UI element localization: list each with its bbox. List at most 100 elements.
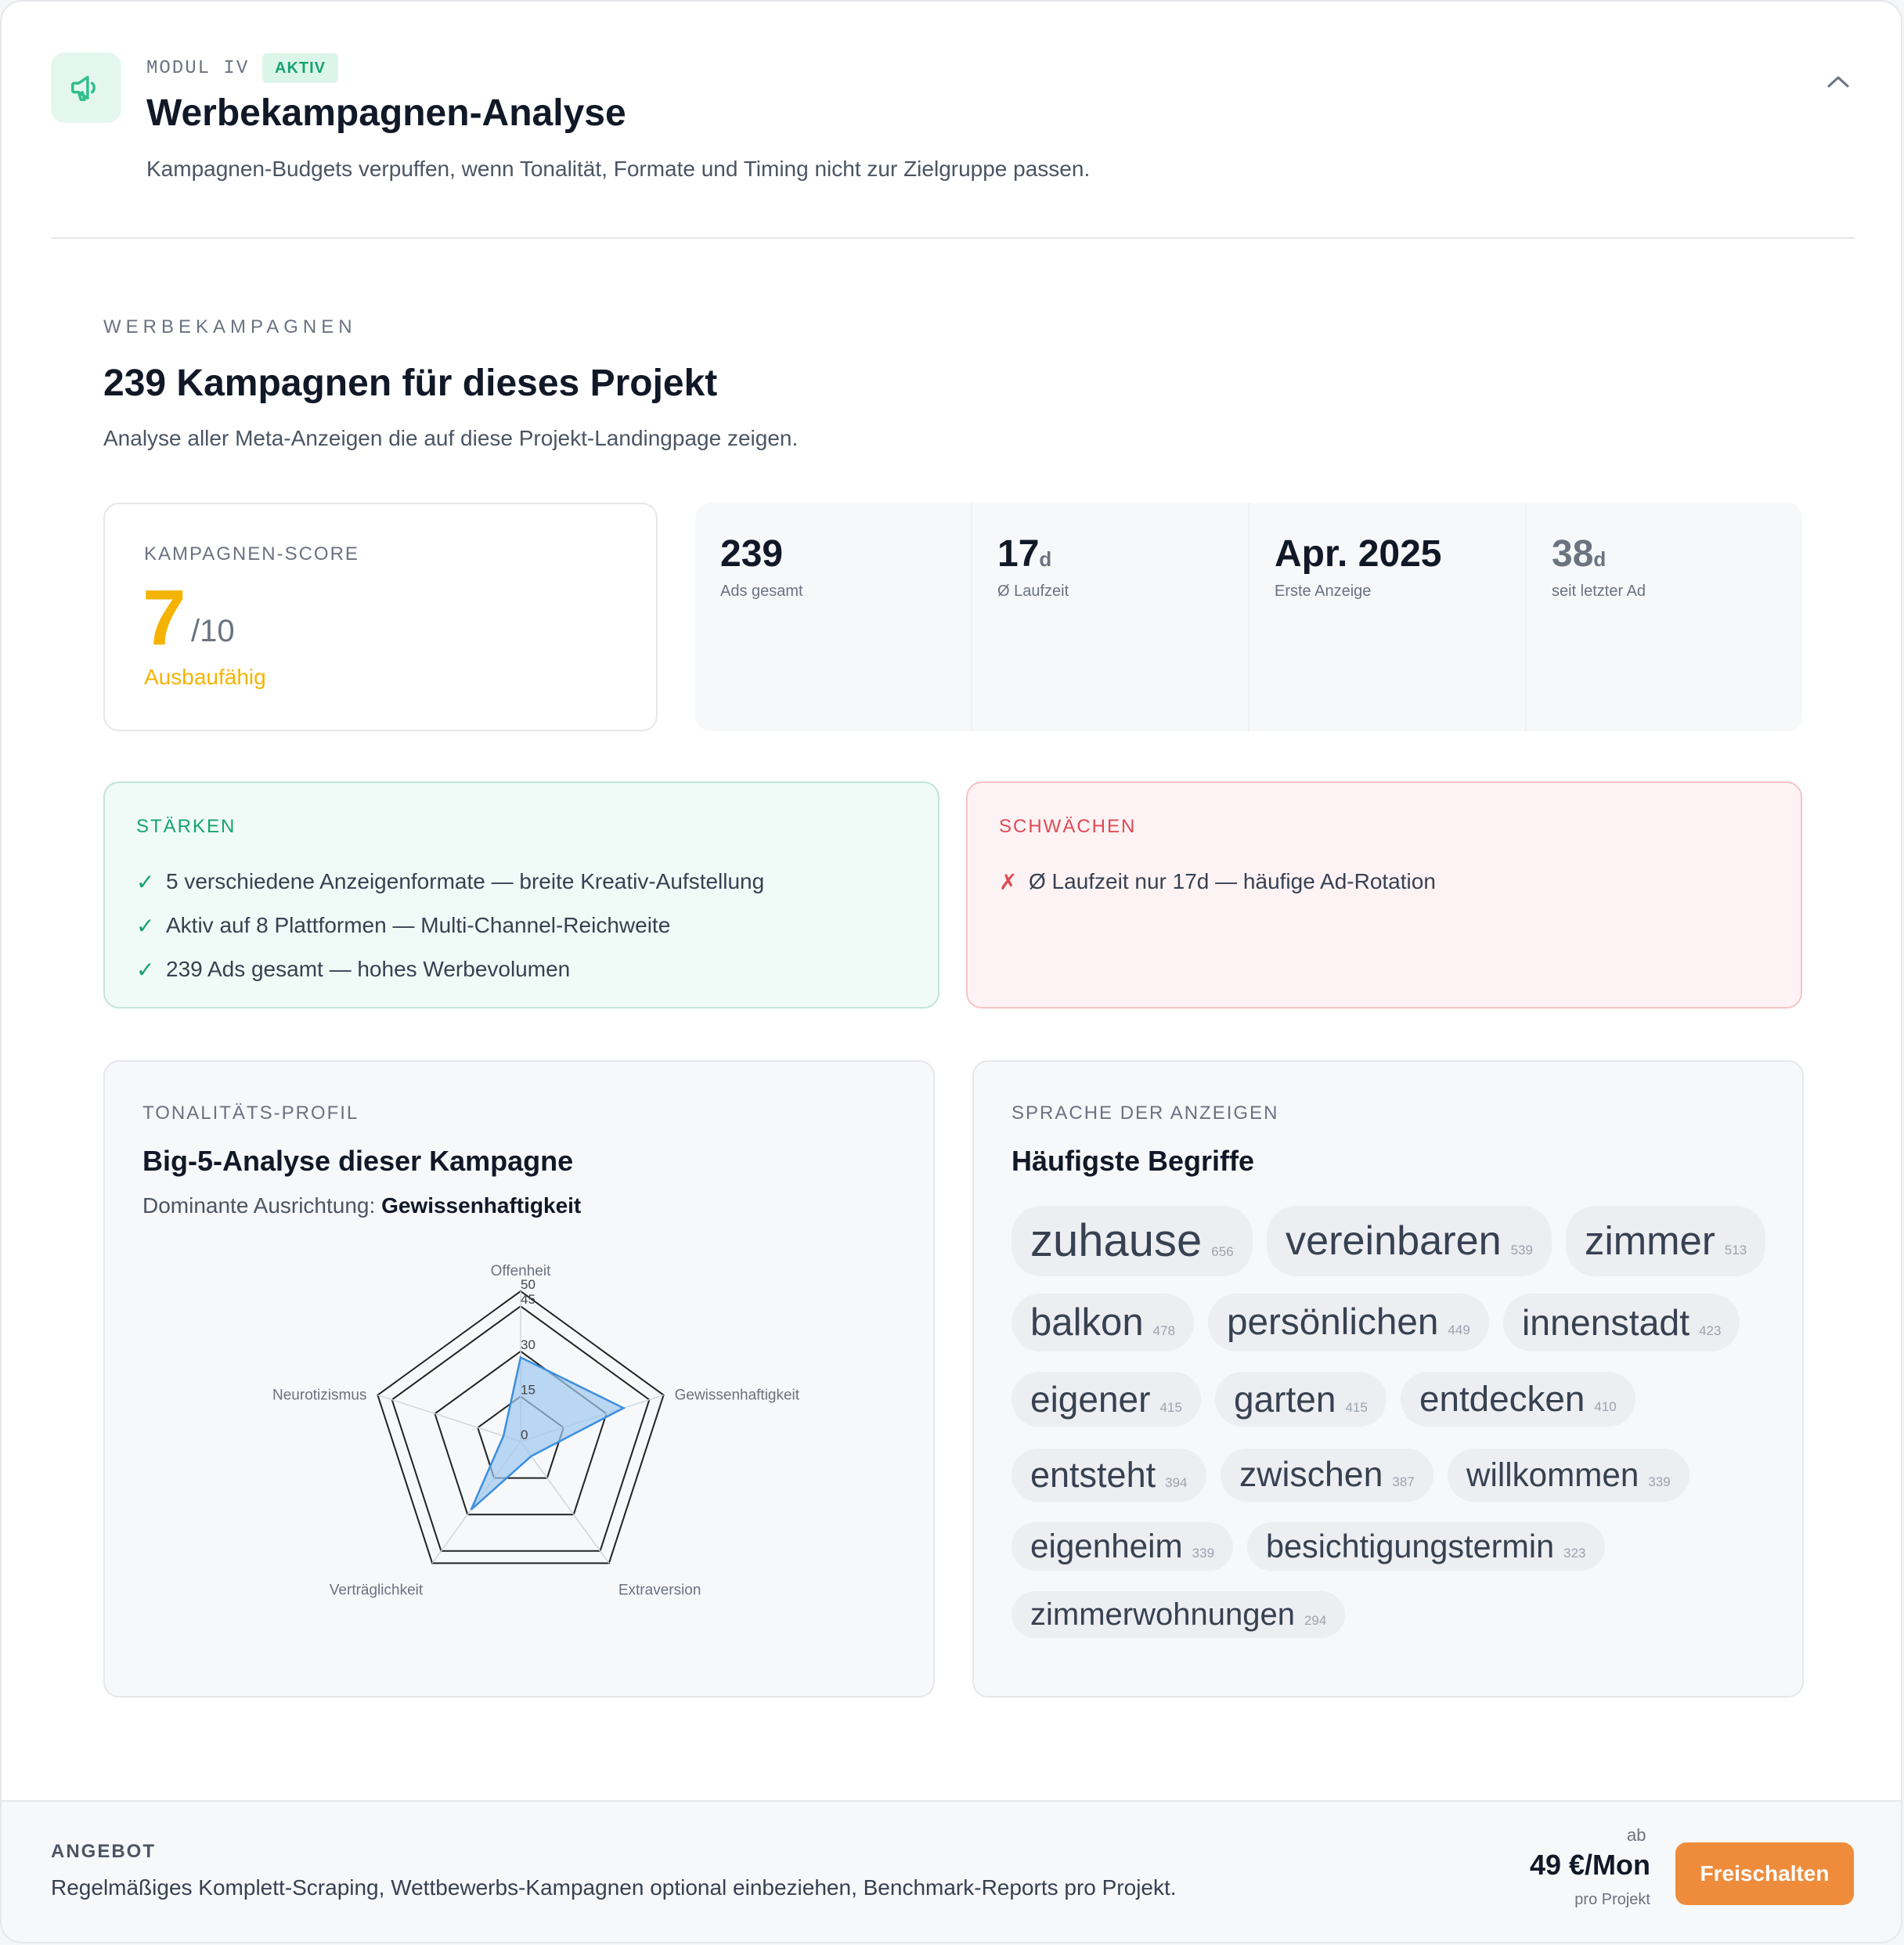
stat-first-ad: Apr. 2025 Erste Anzeige [1250, 503, 1527, 731]
section-eyebrow: WERBEKAMPAGNEN [103, 316, 357, 337]
word-term: eigenheim [1030, 1528, 1183, 1564]
words-title: Häufigste Begriffe [1012, 1145, 1255, 1177]
word-chip: besichtigungstermin 323 [1247, 1522, 1605, 1571]
stat-value: 239 [720, 533, 784, 575]
word-term: eigener [1030, 1379, 1151, 1420]
radar-axis-line [377, 1394, 521, 1442]
word-count: 294 [1304, 1613, 1327, 1628]
word-term: zimmer [1585, 1218, 1715, 1263]
radar-tick-label: 15 [521, 1382, 536, 1397]
word-chip: entdecken 410 [1401, 1372, 1635, 1427]
word-term: innenstadt [1522, 1302, 1690, 1343]
section-title: 239 Kampagnen für dieses Projekt [103, 363, 718, 404]
check-icon: ✓ [136, 957, 155, 982]
radar-axis-line [520, 1441, 610, 1564]
stats-row: 239 Ads gesamt 17d Ø Laufzeit Apr. 2025 … [695, 503, 1802, 731]
stat-label: Ø Laufzeit [997, 583, 1069, 600]
word-count: 394 [1165, 1475, 1188, 1490]
word-term: vereinbaren [1286, 1218, 1502, 1264]
word-count: 339 [1192, 1546, 1215, 1561]
offer-label: ANGEBOT [51, 1841, 156, 1862]
radar-category-label: Neurotizismus [272, 1387, 366, 1404]
strength-item: ✓ 239 Ads gesamt — hohes Werbevolumen [136, 957, 571, 982]
weaknesses-label: SCHWÄCHEN [999, 816, 1137, 837]
strengths-card: STÄRKEN ✓ 5 verschiedene Anzeigenformate … [103, 781, 939, 1009]
word-chip: eigener 415 [1012, 1372, 1201, 1427]
score-rating: Ausbaufähig [144, 665, 266, 689]
word-count: 423 [1699, 1323, 1722, 1338]
stat-label: Ads gesamt [720, 583, 803, 600]
cross-icon: ✗ [999, 869, 1018, 894]
header-divider [51, 237, 1855, 239]
strength-item: ✓ Aktiv auf 8 Plattformen — Multi-Channel… [136, 913, 671, 938]
radar-category-label: Extraversion [618, 1582, 701, 1598]
word-chip: zuhause 656 [1012, 1206, 1253, 1276]
radar-tick-label: 30 [521, 1337, 536, 1352]
radar-tick-label: 0 [521, 1427, 528, 1442]
word-count: 410 [1594, 1399, 1617, 1414]
score-value: 7 [142, 574, 186, 662]
word-chip: innenstadt 423 [1503, 1294, 1740, 1351]
megaphone-icon [51, 52, 121, 123]
stat-value: 17 [997, 533, 1040, 575]
stat-unit: d [1593, 547, 1606, 571]
unlock-button[interactable]: Freischalten [1675, 1842, 1854, 1905]
strength-item: ✓ 5 verschiedene Anzeigenformate — breite… [136, 869, 765, 894]
word-term: besichtigungstermin [1266, 1528, 1555, 1564]
words-eyebrow: SPRACHE DER ANZEIGEN [1012, 1102, 1279, 1124]
stat-ads-total: 239 Ads gesamt [695, 503, 972, 731]
check-icon: ✓ [136, 869, 155, 894]
ad-language-panel: SPRACHE DER ANZEIGEN Häufigste Begriffe … [972, 1060, 1804, 1698]
word-term: willkommen [1466, 1456, 1639, 1493]
stat-unit: d [1039, 547, 1052, 571]
section-subtitle: Analyse aller Meta-Anzeigen die auf dies… [103, 426, 799, 450]
word-term: entdecken [1419, 1379, 1585, 1419]
word-term: zuhause [1030, 1215, 1203, 1266]
word-term: balkon [1030, 1301, 1144, 1344]
stat-avg-runtime: 17d Ø Laufzeit [972, 503, 1250, 731]
word-chip: vereinbaren 539 [1267, 1206, 1552, 1276]
stat-label: Erste Anzeige [1275, 583, 1372, 600]
word-count: 449 [1448, 1323, 1470, 1337]
word-count: 415 [1159, 1400, 1182, 1415]
stat-value: Apr. 2025 [1275, 533, 1442, 575]
word-count: 656 [1211, 1244, 1234, 1259]
price: 49 €/Mon [1529, 1849, 1650, 1881]
module-number: MODUL IV [146, 58, 250, 79]
score-label: KAMPAGNEN-SCORE [144, 543, 359, 565]
word-count: 539 [1510, 1243, 1533, 1258]
chevron-up-icon[interactable] [1824, 70, 1852, 98]
word-term: zwischen [1239, 1456, 1383, 1494]
word-term: persönlichen [1227, 1301, 1439, 1343]
word-chip: garten 415 [1215, 1372, 1387, 1427]
word-count: 478 [1152, 1323, 1176, 1338]
word-count: 339 [1648, 1474, 1671, 1489]
word-chip: balkon 478 [1012, 1294, 1195, 1351]
word-term: zimmerwohnungen [1030, 1597, 1295, 1632]
campaign-score-card: KAMPAGNEN-SCORE 7 /10 Ausbaufähig [103, 503, 658, 731]
stat-since-last-ad: 38d seit letzter Ad [1527, 503, 1802, 731]
price-suffix: pro Projekt [1574, 1891, 1650, 1908]
tonality-panel: TONALITÄTS-PROFIL Big-5-Analyse dieser K… [103, 1060, 935, 1698]
module-description: Kampagnen-Budgets verpuffen, wenn Tonali… [146, 157, 1091, 181]
weaknesses-card: SCHWÄCHEN ✗ Ø Laufzeit nur 17d — häufige … [966, 781, 1802, 1009]
weakness-item: ✗ Ø Laufzeit nur 17d — häufige Ad-Rotatio… [999, 869, 1436, 894]
module-card: MODUL IV AKTIV Werbekampagnen-Analyse Ka… [0, 0, 1902, 1943]
radar-category-label: Gewissenhaftigkeit [675, 1387, 800, 1404]
word-count: 387 [1392, 1474, 1415, 1489]
word-term: garten [1234, 1379, 1336, 1420]
word-count: 415 [1345, 1400, 1368, 1415]
offer-text: Regelmäßiges Komplett-Scraping, Wettbewe… [51, 1875, 1177, 1900]
score-max: /10 [191, 614, 235, 648]
word-chip: willkommen 339 [1448, 1449, 1689, 1502]
word-chip: zimmerwohnungen 294 [1012, 1591, 1346, 1638]
offer-footer: ANGEBOT Regelmäßiges Komplett-Scraping, … [2, 1800, 1901, 1942]
radar-chart: 015304550OffenheitGewissenhaftigkeitExtr… [272, 1263, 800, 1598]
stat-value: 38 [1552, 533, 1594, 575]
word-chip: zwischen 387 [1221, 1449, 1433, 1502]
word-chip: zimmer 513 [1566, 1206, 1766, 1276]
word-chip: eigenheim 339 [1012, 1522, 1234, 1571]
check-icon: ✓ [136, 913, 155, 938]
price-prefix: ab [1627, 1825, 1646, 1845]
word-chip: entsteht 394 [1012, 1449, 1206, 1502]
